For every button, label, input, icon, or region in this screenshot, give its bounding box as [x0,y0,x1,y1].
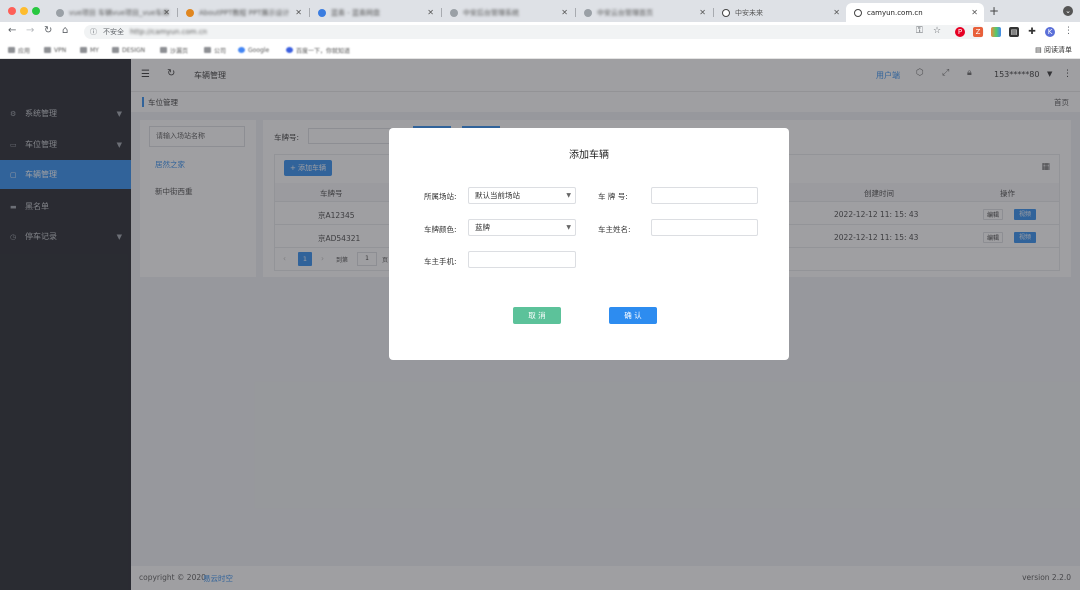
bookmark-star-icon[interactable]: ☆ [933,26,941,36]
plate-color-value: 蓝牌 [475,223,490,232]
station-select[interactable]: 默认当前场站 ▼ [468,187,576,204]
security-warning-icon[interactable]: ⓘ [90,27,97,37]
reload-icon[interactable]: ↻ [44,25,52,36]
reading-list-icon: ▤ [1035,46,1044,54]
browser-tab[interactable]: 中安云台管理首页 ✕ [576,3,712,22]
forward-icon[interactable]: → [26,25,34,36]
browser-menu-icon[interactable]: ⋮ [1064,26,1073,36]
bookmarks-bar: 应用 VPN MY DESIGN 沙漏页 公司 Google 百度一下，你就知道… [0,42,1080,59]
station-label: 所属场站: [424,192,457,201]
new-tab-icon[interactable]: + [989,4,999,18]
chevron-down-icon: ▼ [566,224,571,231]
extension-badge-icon[interactable]: Z [973,27,983,37]
plate-label: 车 牌 号: [598,192,628,201]
plate-color-label: 车牌颜色: [424,225,457,234]
browser-tab[interactable]: 中安后台管理系统 ✕ [442,3,574,22]
bookmark-item[interactable]: 公司 [204,45,226,55]
browser-tab-active[interactable]: camyun.com.cn ✕ [846,3,984,22]
close-tab-icon[interactable]: ✕ [833,8,840,17]
chevron-down-icon: ▼ [566,192,571,199]
puzzle-extensions-icon[interactable]: ✚ [1027,27,1037,37]
owner-name-input[interactable] [651,219,758,236]
close-tab-icon[interactable]: ✕ [427,8,434,17]
close-tab-icon[interactable]: ✕ [971,8,978,17]
cancel-button[interactable]: 取 消 [513,307,561,324]
tab-search-icon[interactable]: ⌄ [1063,6,1073,16]
profile-avatar[interactable]: K [1045,27,1055,37]
maximize-window-icon[interactable] [32,7,40,15]
owner-name-label: 车主姓名: [598,225,631,234]
security-label: 不安全 [103,28,124,36]
url-text: http://camyun.com.cn [130,28,208,36]
url-field[interactable]: ⓘ 不安全 http://camyun.com.cn [84,25,984,39]
reading-list-button[interactable]: ▤ 阅读清单 [1035,45,1072,55]
home-icon[interactable]: ⌂ [62,25,68,36]
close-tab-icon[interactable]: ✕ [561,8,568,17]
dialog-title: 添加车辆 [569,150,609,161]
bookmark-item[interactable]: 百度一下，你就知道 [286,45,350,55]
bookmark-item[interactable]: VPN [44,45,66,55]
bookmark-item[interactable]: Google [238,45,269,55]
bookmark-item[interactable]: DESIGN [112,45,145,55]
address-bar: ← → ↻ ⌂ ⓘ 不安全 http://camyun.com.cn ⚿ ☆ P… [0,22,1080,42]
browser-tab[interactable]: 中安未来 ✕ [714,3,846,22]
bookmark-item[interactable]: 沙漏页 [160,45,188,55]
close-tab-icon[interactable]: ✕ [163,8,170,17]
plate-color-select[interactable]: 蓝牌 ▼ [468,219,576,236]
minimize-window-icon[interactable] [20,7,28,15]
bookmark-item[interactable]: MY [80,45,99,55]
owner-phone-input[interactable] [468,251,576,268]
owner-phone-label: 车主手机: [424,257,457,266]
pinterest-extension-icon[interactable]: P [955,27,965,37]
bookmark-item[interactable]: 应用 [8,45,30,55]
back-icon[interactable]: ← [8,25,16,36]
confirm-button[interactable]: 确 认 [609,307,657,324]
plate-input[interactable] [651,187,758,204]
color-extension-icon[interactable] [991,27,1001,37]
key-icon[interactable]: ⚿ [916,26,923,36]
browser-tab[interactable]: 蓝奏 - 蓝奏网盘 ✕ [310,3,440,22]
close-window-icon[interactable] [8,7,16,15]
add-vehicle-dialog: 添加车辆 所属场站: 默认当前场站 ▼ 车 牌 号: 车牌颜色: 蓝牌 ▼ 车主… [389,128,789,360]
close-tab-icon[interactable]: ✕ [699,8,706,17]
browser-tab[interactable]: vue项目 车辆vue项目_vue车库 ✕ [48,3,176,22]
station-select-value: 默认当前场站 [475,191,520,200]
browser-tab-bar: vue项目 车辆vue项目_vue车库 ✕ AboutPPT教程 PPT展示设计 ✕… [0,0,1080,22]
extension-icon[interactable]: ▤ [1009,27,1019,37]
browser-tab[interactable]: AboutPPT教程 PPT展示设计 ✕ [178,3,308,22]
close-tab-icon[interactable]: ✕ [295,8,302,17]
